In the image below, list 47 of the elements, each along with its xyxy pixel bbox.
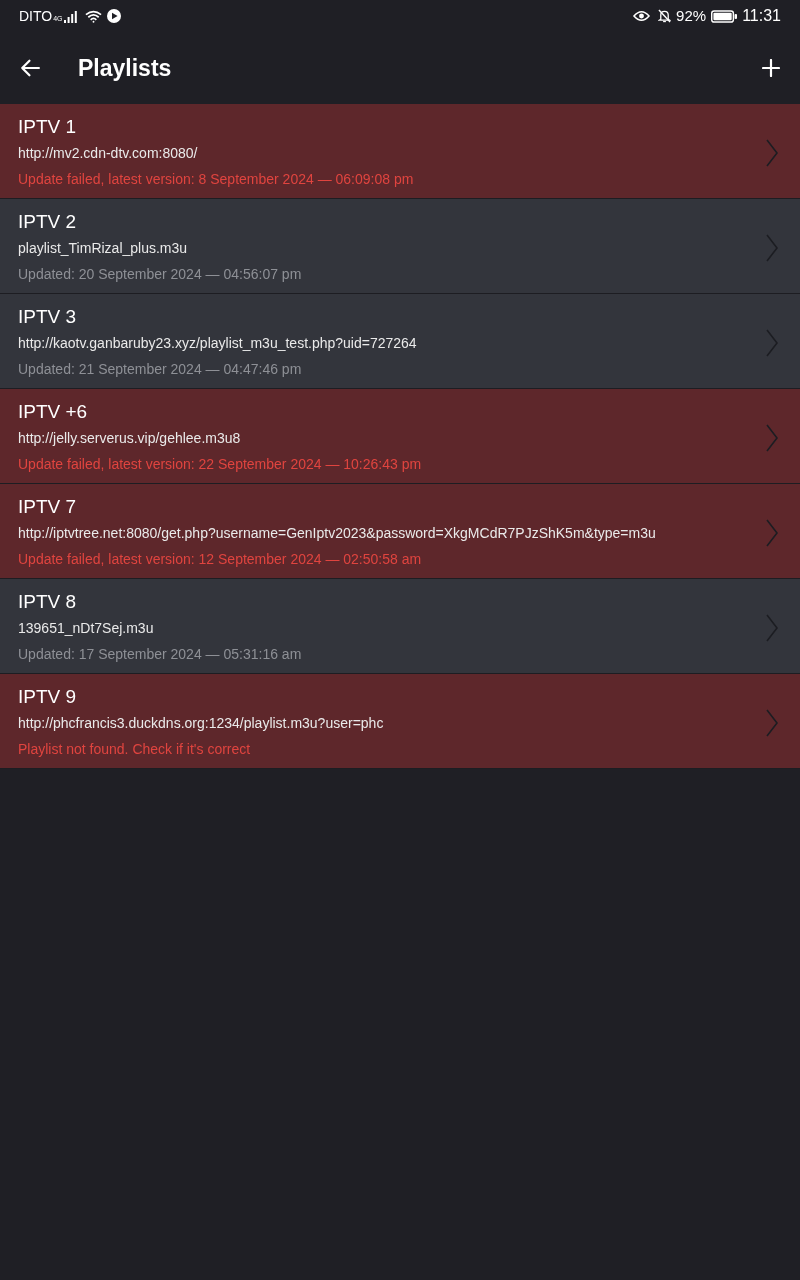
playlist-row[interactable]: IPTV 9 http://phcfrancis3.duckdns.org:1234/playlist.m3u?user=phc Playlist not found. Check if it's correct [0,674,800,769]
back-arrow-icon [20,59,40,77]
playlist-row[interactable]: IPTV 2 playlist_TimRizal_plus.m3u Updated: 20 September 2024 — 04:56:07 pm [0,199,800,294]
playlist-row[interactable]: IPTV 7 http://iptvtree.net:8080/get.php?username=GenIptv2023&password=XkgMCdR7PJzShK5m&type=m3u Update failed, latest version: 12 September 2024 — 02:50:58 am [0,484,800,579]
playlist-name: IPTV 3 [18,305,77,329]
chevron-right-icon [766,329,778,357]
playlist-url: http://jelly.serverus.vip/gehlee.m3u8 [18,429,241,448]
battery-percent: 92% [676,7,707,25]
playlist-status: Update failed, latest version: 12 September 2024 — 02:50:58 am [18,550,422,569]
chevron-right-icon [766,139,778,167]
chevron-right-icon [766,614,778,642]
playlist-status: Updated: 17 September 2024 — 05:31:16 am [18,645,302,664]
playlist-name: IPTV +6 [18,400,88,424]
playlist-url: playlist_TimRizal_plus.m3u [18,239,188,258]
screen-title: Playlists [78,54,173,82]
playlist-url: http://kaotv.ganbaruby23.xyz/playlist_m3u_test.php?uid=727264 [18,334,417,353]
carrier-label: DITO [19,7,53,25]
play-circle-icon [106,9,121,23]
playlist-row[interactable]: IPTV +6 http://jelly.serverus.vip/gehlee.m3u8 Update failed, latest version: 22 September 2024 — 10:26:43 pm [0,389,800,484]
clock-time: 11:31 [742,7,781,25]
playlist-status: Playlist not found. Check if it's correct [18,740,251,759]
playlist-row[interactable]: IPTV 1 http://mv2.cdn-dtv.com:8080/ Update failed, latest version: 8 September 2024 — 06:09:08 pm [0,104,800,199]
chevron-right-icon [766,424,778,452]
playlist-status: Updated: 20 September 2024 — 04:56:07 pm [18,265,302,284]
signal-icon [63,11,77,23]
eye-icon [633,10,651,22]
playlist-name: IPTV 7 [18,495,77,519]
playlist-name: IPTV 1 [18,115,77,139]
chevron-right-icon [766,234,778,262]
battery-icon [711,9,738,23]
playlist-name: IPTV 8 [18,590,77,614]
playlist-status: Update failed, latest version: 22 September 2024 — 10:26:43 pm [18,455,422,474]
playlist-url: http://mv2.cdn-dtv.com:8080/ [18,144,198,163]
playlist-row[interactable]: IPTV 8 139651_nDt7Sej.m3u Updated: 17 September 2024 — 05:31:16 am [0,579,800,674]
wifi-icon [84,9,102,23]
playlist-name: IPTV 9 [18,685,77,709]
playlist-url: 139651_nDt7Sej.m3u [18,619,154,638]
playlist-row[interactable]: IPTV 3 http://kaotv.ganbaruby23.xyz/playlist_m3u_test.php?uid=727264 Updated: 21 September 2024 — 04:47:46 pm [0,294,800,389]
chevron-right-icon [766,519,778,547]
playlist-status: Update failed, latest version: 8 September 2024 — 06:09:08 pm [18,170,414,189]
bell-off-icon [658,9,672,23]
playlist-url: http://phcfrancis3.duckdns.org:1234/playlist.m3u?user=phc [18,714,384,733]
plus-icon [762,59,780,77]
playlist-status: Updated: 21 September 2024 — 04:47:46 pm [18,360,302,379]
playlist-url: http://iptvtree.net:8080/get.php?username=GenIptv2023&password=XkgMCdR7PJzShK5m&type=m3u [18,524,656,543]
chevron-right-icon [766,709,778,737]
playlist-name: IPTV 2 [18,210,77,234]
